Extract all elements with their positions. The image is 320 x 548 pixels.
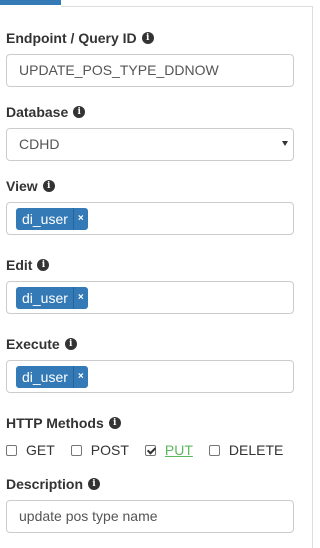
info-icon[interactable]: i: [88, 478, 101, 490]
view-tag: di_user ×: [16, 208, 88, 230]
database-label: Database i: [6, 104, 86, 120]
method-delete-label[interactable]: DELETE: [229, 442, 283, 458]
http-methods-group: GET POST PUT DELETE: [6, 441, 299, 459]
execute-label-text: Execute: [6, 336, 60, 352]
method-put-checkbox[interactable]: [144, 444, 156, 456]
description-label: Description i: [6, 476, 101, 492]
method-put-label[interactable]: PUT: [165, 442, 193, 458]
method-get[interactable]: GET: [6, 442, 55, 458]
endpoint-input[interactable]: UPDATE_POS_TYPE_DDNOW: [6, 54, 294, 87]
view-tag-text: di_user: [22, 211, 68, 227]
tag-divider: [72, 287, 74, 309]
view-tag-input[interactable]: di_user ×: [6, 202, 294, 235]
edit-label: Edit i: [6, 257, 50, 273]
chevron-down-icon: [282, 141, 288, 146]
description-input[interactable]: update pos type name: [6, 500, 294, 533]
edit-tag-input[interactable]: di_user ×: [6, 281, 294, 314]
description-label-text: Description: [6, 476, 84, 492]
endpoint-label-text: Endpoint / Query ID: [6, 30, 137, 46]
method-get-checkbox[interactable]: [6, 444, 17, 456]
method-put[interactable]: PUT: [144, 442, 193, 458]
execute-tag-input[interactable]: di_user ×: [6, 360, 294, 393]
info-icon[interactable]: i: [141, 32, 154, 44]
database-select[interactable]: CDHD: [6, 128, 294, 161]
database-label-text: Database: [6, 104, 69, 120]
edit-tag-text: di_user: [22, 290, 68, 306]
active-tab-indicator[interactable]: [0, 0, 61, 5]
method-delete[interactable]: DELETE: [208, 442, 283, 458]
method-get-label[interactable]: GET: [26, 442, 55, 458]
tag-divider: [72, 366, 74, 388]
method-post-label[interactable]: POST: [91, 442, 129, 458]
remove-tag-icon[interactable]: ×: [78, 287, 84, 309]
http-methods-label: HTTP Methods i: [6, 415, 121, 431]
info-icon[interactable]: i: [37, 259, 50, 271]
description-input-value: update pos type name: [19, 508, 158, 524]
tag-divider: [72, 208, 74, 230]
database-select-value: CDHD: [19, 136, 60, 152]
execute-tag: di_user ×: [16, 366, 88, 388]
method-post[interactable]: POST: [70, 442, 129, 458]
method-delete-checkbox[interactable]: [208, 444, 220, 456]
endpoint-input-value: UPDATE_POS_TYPE_DDNOW: [19, 62, 219, 78]
method-post-checkbox[interactable]: [70, 444, 82, 456]
panel-right-border: [312, 7, 313, 548]
info-icon[interactable]: i: [73, 106, 86, 118]
view-label-text: View: [6, 178, 38, 194]
edit-tag: di_user ×: [16, 287, 88, 309]
http-methods-label-text: HTTP Methods: [6, 415, 104, 431]
info-icon[interactable]: i: [108, 417, 121, 429]
remove-tag-icon[interactable]: ×: [78, 208, 84, 230]
execute-tag-text: di_user: [22, 369, 68, 385]
endpoint-label: Endpoint / Query ID i: [6, 30, 154, 46]
info-icon[interactable]: i: [64, 338, 77, 350]
tab-bar-border: [61, 6, 313, 7]
execute-label: Execute i: [6, 336, 77, 352]
view-label: View i: [6, 178, 55, 194]
remove-tag-icon[interactable]: ×: [78, 366, 84, 388]
info-icon[interactable]: i: [42, 180, 55, 192]
edit-label-text: Edit: [6, 257, 33, 273]
